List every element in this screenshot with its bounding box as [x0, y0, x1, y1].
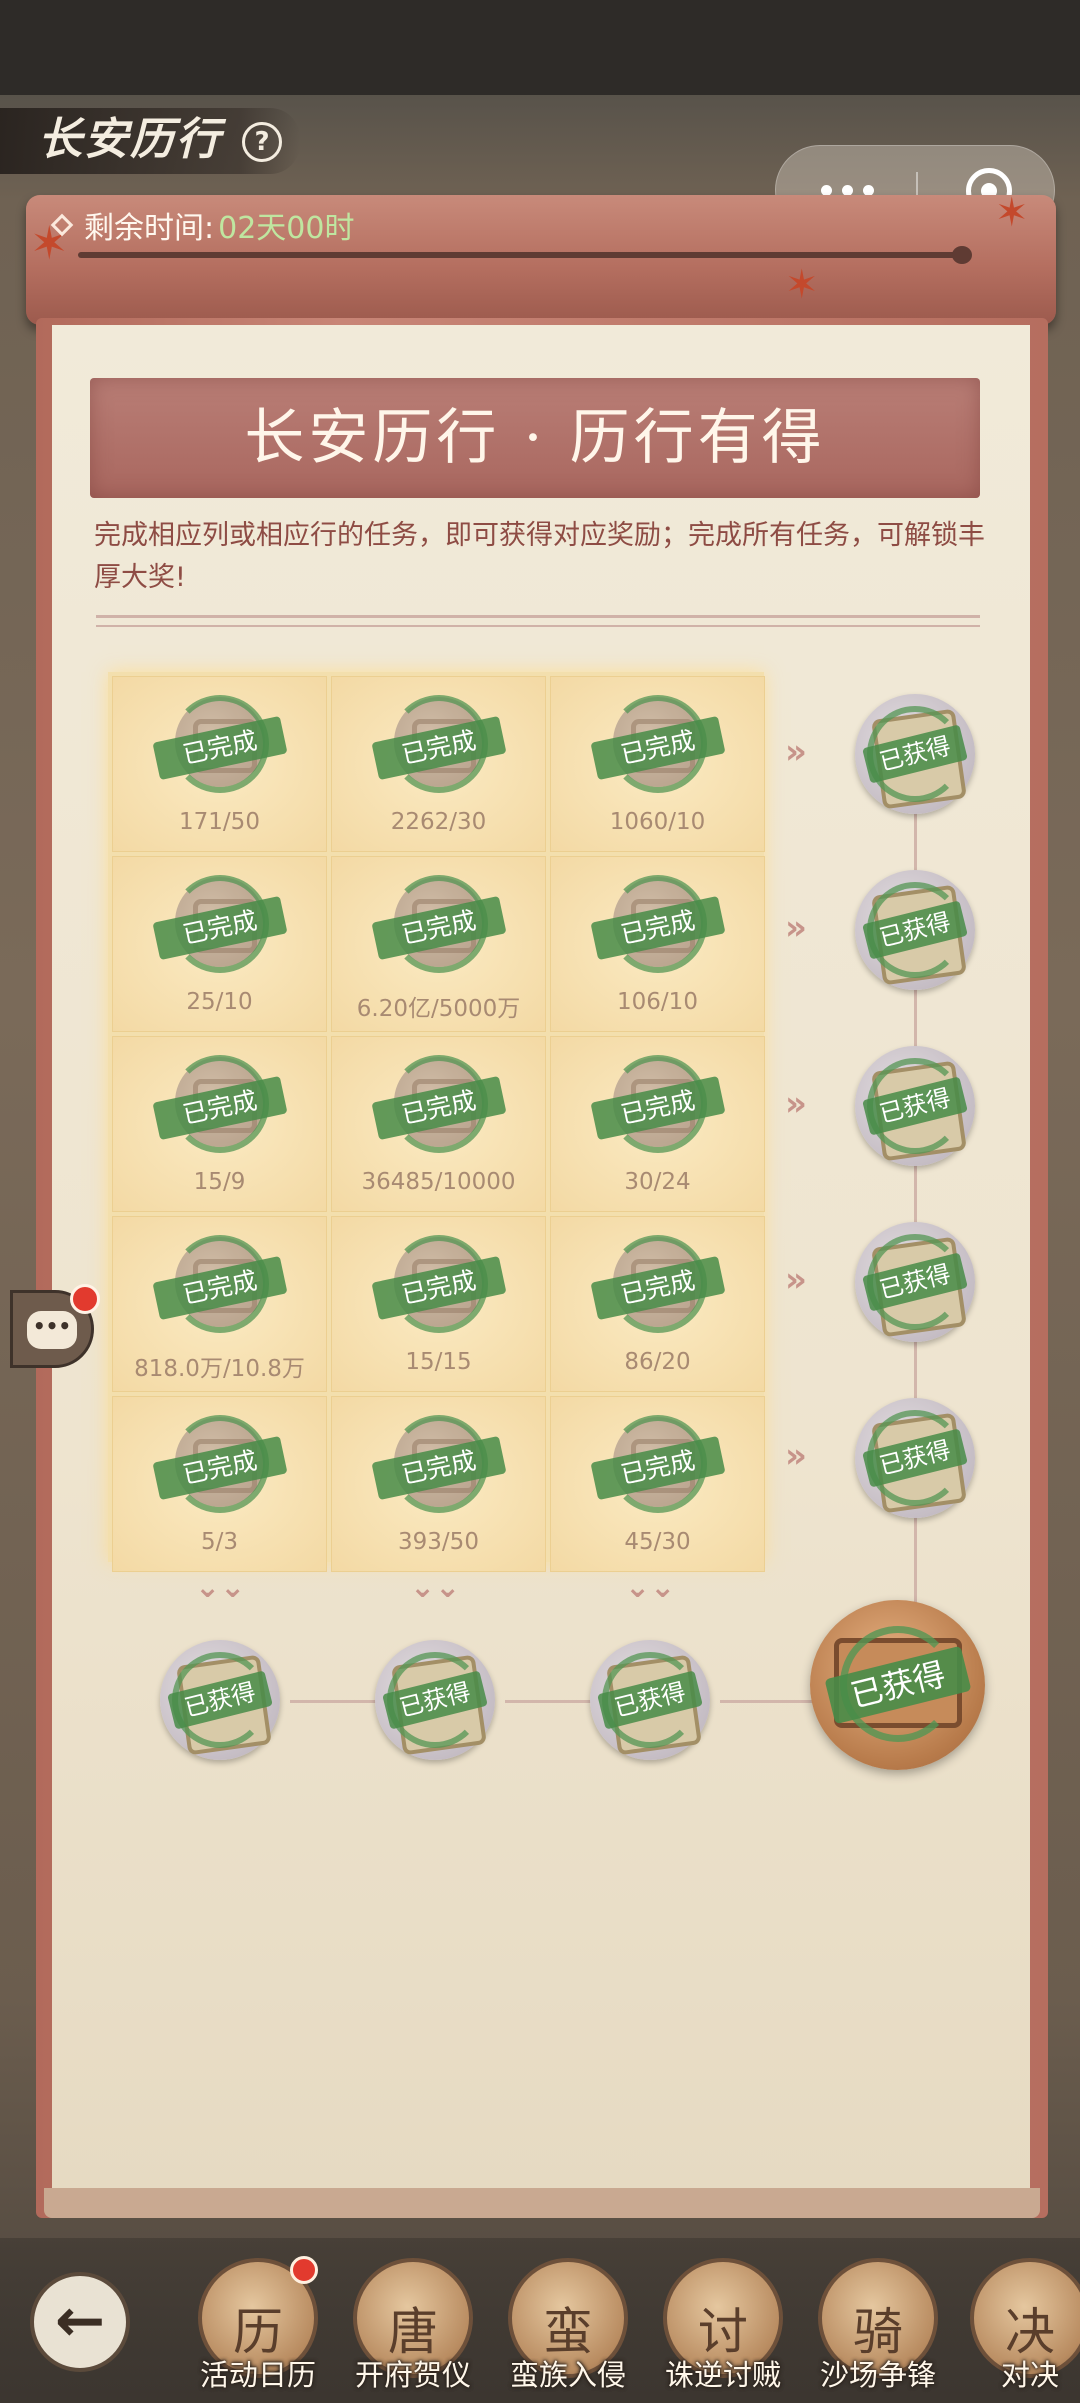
divider [96, 615, 980, 618]
nav-item-label: 对决 [1000, 2358, 1059, 2392]
row-reward-badge[interactable]: 已获得 [855, 1222, 975, 1342]
maple-leaf-icon: ✶ [785, 262, 819, 308]
nav-item-label: 沙场争锋 [819, 2358, 936, 2392]
row-reward-badge[interactable]: 已获得 [855, 1046, 975, 1166]
row-reward-badge[interactable]: 已获得 [855, 694, 975, 814]
status-bar [0, 0, 1080, 95]
help-icon[interactable]: ? [242, 122, 282, 162]
task-cell[interactable]: 已完成 15/9 [112, 1036, 327, 1212]
task-cell[interactable]: 已完成 36485/10000 [331, 1036, 546, 1212]
task-progress: 45/30 [624, 1529, 691, 1555]
grand-prize-chest[interactable]: 已获得 [810, 1600, 985, 1770]
row-reward-badge[interactable]: 已获得 [855, 1398, 975, 1518]
banner-description: 完成相应列或相应行的任务，即可获得对应奖励；完成所有任务，可解锁丰厚大奖! [94, 520, 985, 593]
task-progress: 15/15 [405, 1349, 472, 1375]
column-reward-badge[interactable]: 已获得 [160, 1640, 280, 1760]
reward-connector [505, 1700, 595, 1703]
nav-item[interactable]: 骑沙场争锋 [808, 2258, 948, 2403]
chat-bubble-icon: ••• [27, 1311, 77, 1349]
task-cell[interactable]: 已完成 30/24 [550, 1036, 765, 1212]
diamond-icon [50, 213, 74, 237]
task-progress: 106/10 [617, 989, 698, 1015]
task-grid: 已完成 171/50 已完成 2262/30 已完成 1060/10 已完成 25/10 已完成… [108, 672, 765, 1572]
task-cell[interactable]: 已完成 45/30 [550, 1396, 765, 1572]
nav-item-label: 活动日历 [199, 2358, 316, 2392]
task-progress: 86/20 [624, 1349, 691, 1375]
notification-dot [70, 1284, 100, 1314]
nav-notification-dot [290, 2256, 318, 2284]
task-cell[interactable]: 已完成 15/15 [331, 1216, 546, 1392]
task-cell[interactable]: 已完成 1060/10 [550, 676, 765, 852]
row-reward-badge[interactable]: 已获得 [855, 870, 975, 990]
arrow-down-icon: ⌄⌄ [410, 1570, 461, 1605]
task-progress: 818.0万/10.8万 [134, 1356, 305, 1382]
remaining-time: 剩余时间: 02天00时 [50, 200, 355, 250]
task-cell[interactable]: 已完成 171/50 [112, 676, 327, 852]
reward-connector [290, 1700, 380, 1703]
task-cell[interactable]: 已完成 393/50 [331, 1396, 546, 1572]
task-cell[interactable]: 已完成 106/10 [550, 856, 765, 1032]
task-progress: 6.20亿/5000万 [356, 996, 521, 1022]
column-reward-badge[interactable]: 已获得 [375, 1640, 495, 1760]
column-reward-badge[interactable]: 已获得 [590, 1640, 710, 1760]
rod-line [78, 252, 968, 258]
task-progress: 393/50 [398, 1529, 479, 1555]
arrow-right-icon: » [785, 1084, 807, 1124]
nav-item-label: 诛逆讨贼 [664, 2358, 781, 2392]
task-progress: 36485/10000 [361, 1169, 516, 1195]
remaining-time-label: 剩余时间: [84, 211, 215, 246]
task-cell[interactable]: 已完成 86/20 [550, 1216, 765, 1392]
nav-item-label: 蛮族入侵 [509, 2358, 626, 2392]
nav-item[interactable]: 唐开府贺仪 [343, 2258, 483, 2403]
back-button[interactable]: ← [30, 2272, 130, 2372]
task-cell[interactable]: 已完成 2262/30 [331, 676, 546, 852]
nav-item[interactable]: 蛮蛮族入侵 [498, 2258, 638, 2403]
arrow-right-icon: » [785, 732, 807, 772]
scroll-bottom [44, 2188, 1040, 2218]
arrow-down-icon: ⌄⌄ [195, 1570, 246, 1605]
task-cell[interactable]: 已完成 6.20亿/5000万 [331, 856, 546, 1032]
task-cell[interactable]: 已完成 25/10 [112, 856, 327, 1032]
reward-connector [720, 1700, 820, 1703]
task-progress: 171/50 [179, 809, 260, 835]
task-progress: 15/9 [193, 1169, 246, 1195]
task-progress: 1060/10 [609, 809, 706, 835]
nav-item[interactable]: 决对决 [960, 2258, 1080, 2403]
arrow-right-icon: » [785, 908, 807, 948]
remaining-time-value: 02天00时 [218, 211, 355, 246]
nav-item[interactable]: 讨诛逆讨贼 [653, 2258, 793, 2403]
task-progress: 25/10 [186, 989, 253, 1015]
task-progress: 2262/30 [390, 809, 487, 835]
maple-leaf-icon: ✶ [995, 190, 1029, 236]
task-progress: 5/3 [200, 1529, 238, 1555]
rod-knob [952, 246, 972, 264]
arrow-right-icon: » [785, 1436, 807, 1476]
task-progress: 30/24 [624, 1169, 691, 1195]
arrow-right-icon: » [785, 1260, 807, 1300]
task-cell[interactable]: 已完成 5/3 [112, 1396, 327, 1572]
task-cell[interactable]: 已完成 818.0万/10.8万 [112, 1216, 327, 1392]
nav-item-label: 开府贺仪 [354, 2358, 471, 2392]
divider [96, 625, 980, 627]
banner-title: 长安历行 · 历行有得 [244, 403, 826, 473]
page-title: 长安历行 [38, 114, 222, 165]
arrow-down-icon: ⌄⌄ [625, 1570, 676, 1605]
